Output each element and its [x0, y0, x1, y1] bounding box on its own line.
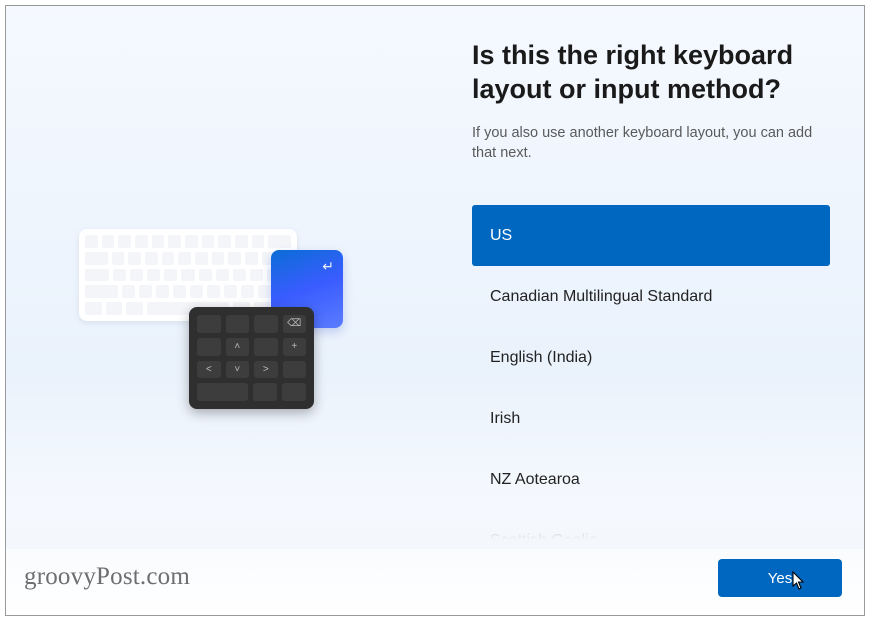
illustration-pane: ↵ ⌫ ˄ + ˂ ˅ ˃: [6, 6, 460, 615]
arrow-down-icon: ˅: [226, 361, 250, 379]
oobe-window: ↵ ⌫ ˄ + ˂ ˅ ˃: [5, 5, 865, 616]
layout-option[interactable]: Irish: [472, 388, 830, 449]
layout-option-label: Irish: [490, 410, 520, 428]
page-subtext: If you also use another keyboard layout,…: [472, 123, 830, 164]
backspace-icon: ⌫: [283, 315, 307, 333]
dark-numpad-graphic: ⌫ ˄ + ˂ ˅ ˃: [189, 307, 314, 409]
page-title: Is this the right keyboard layout or inp…: [472, 39, 830, 107]
enter-icon: ↵: [322, 258, 334, 275]
plus-icon: +: [283, 338, 307, 356]
layout-option[interactable]: NZ Aotearoa: [472, 449, 830, 510]
layout-option[interactable]: English (India): [472, 327, 830, 388]
keyboard-layout-list[interactable]: US Canadian Multilingual Standard English …: [472, 205, 830, 571]
arrow-up-icon: ˄: [226, 338, 250, 356]
layout-option-label: NZ Aotearoa: [490, 471, 580, 489]
layout-option-label: English (India): [490, 349, 592, 367]
arrow-right-icon: ˃: [254, 361, 278, 379]
yes-button[interactable]: Yes: [718, 559, 842, 597]
content-pane: Is this the right keyboard layout or inp…: [460, 6, 864, 615]
layout-option[interactable]: US: [472, 205, 830, 266]
watermark: groovyPost.com: [24, 563, 190, 591]
keyboard-illustration: ↵ ⌫ ˄ + ˂ ˅ ˃: [79, 229, 339, 409]
arrow-left-icon: ˂: [197, 361, 221, 379]
layout-option-label: US: [490, 227, 512, 245]
layout-option-label: Canadian Multilingual Standard: [490, 288, 712, 306]
layout-option[interactable]: Canadian Multilingual Standard: [472, 266, 830, 327]
